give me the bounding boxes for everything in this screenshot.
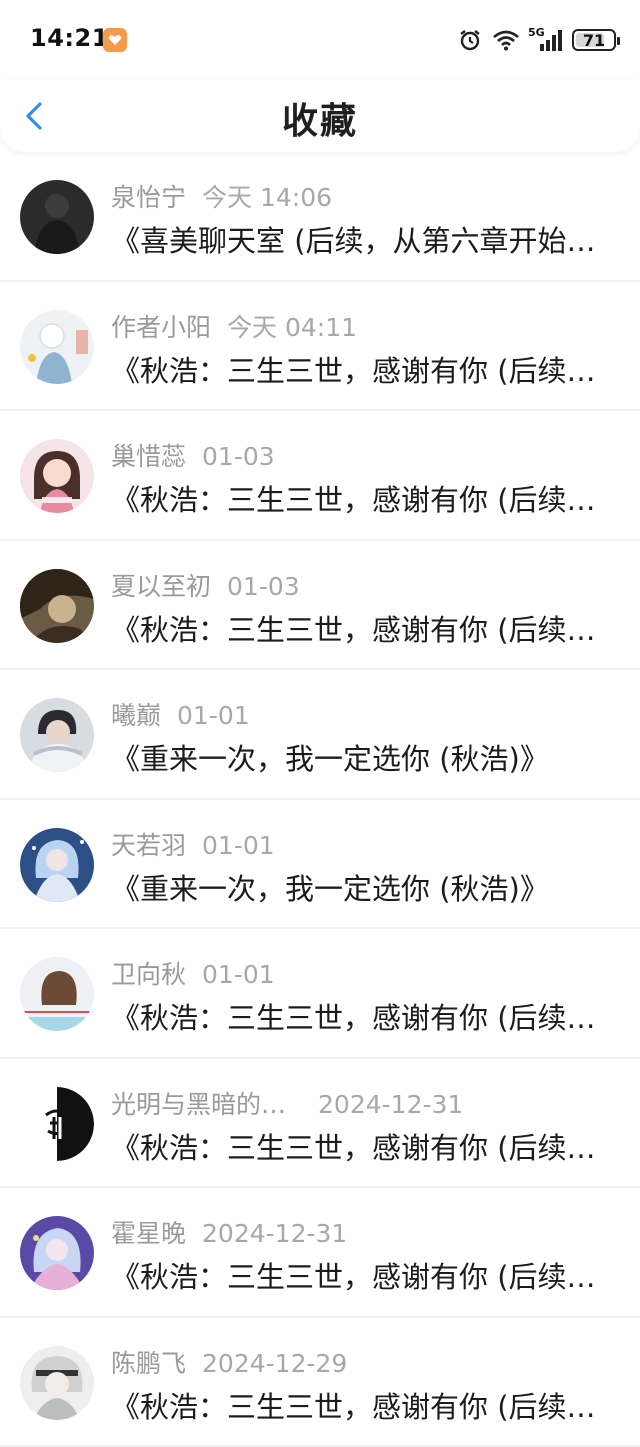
author-name: 卫向秋 bbox=[111, 955, 186, 991]
network-type-label: 5G bbox=[528, 26, 545, 39]
nav-bar: 收藏 bbox=[0, 80, 640, 152]
alarm-icon bbox=[458, 28, 482, 52]
timestamp: 01-03 bbox=[202, 442, 275, 471]
list-item[interactable]: 霍星晚 2024-12-31 《秋浩：三生三世，感谢有你 (后续… bbox=[0, 1188, 640, 1318]
item-title: 《秋浩：三生三世，感谢有你 (后续… bbox=[111, 607, 617, 649]
timestamp: 今天 14:06 bbox=[202, 178, 332, 214]
list-item[interactable]: 作者小阳今天 04:11 《秋浩：三生三世，感谢有你 (后续… bbox=[0, 282, 640, 412]
list-item[interactable]: 泉怡宁今天 14:06 《喜美聊天室 (后续，从第六章开始… bbox=[0, 152, 640, 282]
avatar[interactable] bbox=[20, 828, 94, 902]
author-name: 作者小阳 bbox=[111, 308, 211, 344]
author-name: 夏以至初 bbox=[111, 567, 211, 603]
list-item[interactable]: 陈鹏飞 2024-12-29 《秋浩：三生三世，感谢有你 (后续… bbox=[0, 1318, 640, 1447]
favorites-list: 泉怡宁今天 14:06 《喜美聊天室 (后续，从第六章开始… 作者小阳今天 04… bbox=[0, 152, 640, 1447]
timestamp: 2024-12-29 bbox=[202, 1349, 347, 1378]
avatar[interactable] bbox=[20, 180, 94, 254]
avatar[interactable] bbox=[20, 1087, 94, 1161]
item-title: 《喜美聊天室 (后续，从第六章开始… bbox=[111, 218, 617, 260]
timestamp: 01-03 bbox=[227, 572, 300, 601]
avatar[interactable] bbox=[20, 957, 94, 1031]
list-item[interactable]: 曦巅 01-01 《重来一次，我一定选你 (秋浩)》 bbox=[0, 670, 640, 800]
app-notification-icon bbox=[103, 28, 127, 52]
battery-icon: 71 bbox=[572, 29, 616, 51]
list-item[interactable]: 巢惜蕊 01-03 《秋浩：三生三世，感谢有你 (后续… bbox=[0, 411, 640, 541]
author-name: 曦巅 bbox=[111, 696, 161, 732]
timestamp: 2024-12-31 bbox=[318, 1090, 463, 1119]
item-title: 《秋浩：三生三世，感谢有你 (后续… bbox=[111, 348, 617, 390]
author-name: 巢惜蕊 bbox=[111, 437, 186, 473]
item-title: 《秋浩：三生三世，感谢有你 (后续… bbox=[111, 1384, 617, 1426]
avatar[interactable] bbox=[20, 439, 94, 513]
item-title: 《重来一次，我一定选你 (秋浩)》 bbox=[111, 866, 617, 908]
cellular-signal-icon: 5G bbox=[530, 28, 562, 52]
timestamp: 今天 04:11 bbox=[227, 308, 357, 344]
item-title: 《秋浩：三生三世，感谢有你 (后续… bbox=[111, 477, 617, 519]
wifi-icon bbox=[492, 29, 520, 51]
item-title: 《秋浩：三生三世，感谢有你 (后续… bbox=[111, 1254, 617, 1296]
page-title: 收藏 bbox=[0, 92, 640, 144]
list-item[interactable]: 光明与黑暗的… 2024-12-31 《秋浩：三生三世，感谢有你 (后续… bbox=[0, 1059, 640, 1189]
item-title: 《秋浩：三生三世，感谢有你 (后续… bbox=[111, 1125, 617, 1167]
timestamp: 2024-12-31 bbox=[202, 1219, 347, 1248]
avatar[interactable] bbox=[20, 698, 94, 772]
avatar[interactable] bbox=[20, 310, 94, 384]
item-title: 《重来一次，我一定选你 (秋浩)》 bbox=[111, 736, 617, 778]
timestamp: 01-01 bbox=[202, 960, 275, 989]
avatar[interactable] bbox=[20, 1346, 94, 1420]
author-name: 泉怡宁 bbox=[111, 178, 186, 214]
status-icons: 5G 71 bbox=[458, 26, 616, 54]
item-title: 《秋浩：三生三世，感谢有你 (后续… bbox=[111, 995, 617, 1037]
author-name: 霍星晚 bbox=[111, 1214, 186, 1250]
timestamp: 01-01 bbox=[202, 831, 275, 860]
status-bar: 14:21 5G 71 bbox=[0, 0, 640, 80]
avatar[interactable] bbox=[20, 1216, 94, 1290]
list-item[interactable]: 天若羽 01-01 《重来一次，我一定选你 (秋浩)》 bbox=[0, 800, 640, 930]
author-name: 陈鹏飞 bbox=[111, 1344, 186, 1380]
author-name: 光明与黑暗的… bbox=[111, 1085, 286, 1121]
status-time: 14:21 bbox=[30, 24, 109, 52]
list-item[interactable]: 卫向秋 01-01 《秋浩：三生三世，感谢有你 (后续… bbox=[0, 929, 640, 1059]
author-name: 天若羽 bbox=[111, 826, 186, 862]
timestamp: 01-01 bbox=[177, 701, 250, 730]
avatar[interactable] bbox=[20, 569, 94, 643]
battery-level: 71 bbox=[583, 31, 605, 50]
list-item[interactable]: 夏以至初 01-03 《秋浩：三生三世，感谢有你 (后续… bbox=[0, 541, 640, 671]
